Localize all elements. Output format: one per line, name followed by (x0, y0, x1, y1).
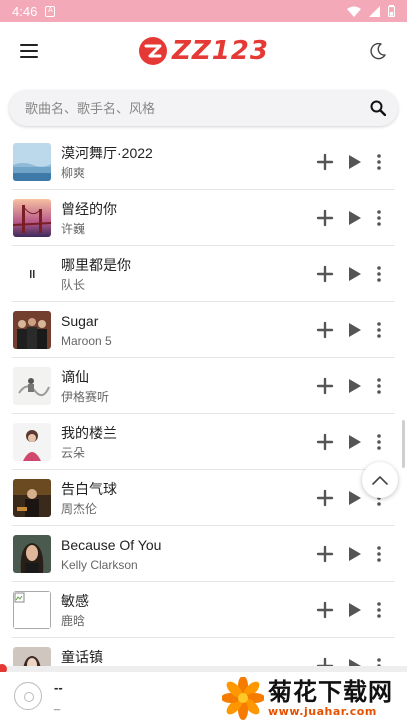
app-logo[interactable]: ZZ123 (138, 36, 269, 66)
song-row[interactable]: 哪里都是你 队长 (0, 246, 407, 302)
status-bar: 4:46 A (0, 0, 407, 22)
more-vert-icon[interactable] (374, 601, 384, 619)
wifi-icon (347, 6, 361, 17)
song-artist: Maroon 5 (61, 334, 112, 348)
song-artist: 柳爽 (61, 166, 86, 180)
song-title: 敏感 (61, 593, 89, 609)
more-vert-icon[interactable] (374, 265, 384, 283)
album-cover[interactable] (13, 535, 51, 573)
song-title: Because Of You (61, 537, 162, 553)
album-cover[interactable] (13, 255, 51, 293)
now-playing-title: -- (54, 680, 63, 695)
play-icon[interactable] (348, 658, 362, 666)
song-row[interactable]: 敏感 鹿晗 (0, 582, 407, 638)
album-cover[interactable] (13, 367, 51, 405)
play-icon[interactable] (348, 210, 362, 226)
add-icon[interactable] (316, 377, 334, 395)
scroll-to-top-button[interactable] (362, 462, 398, 498)
search-icon[interactable] (370, 100, 386, 116)
add-icon[interactable] (316, 265, 334, 283)
play-icon[interactable] (348, 546, 362, 562)
album-cover[interactable] (13, 479, 51, 517)
add-icon[interactable] (316, 657, 334, 666)
flower-logo-icon (222, 676, 264, 720)
song-row[interactable]: 谪仙 伊格赛听 (0, 358, 407, 414)
more-vert-icon[interactable] (374, 545, 384, 563)
now-playing-artist: _ (54, 699, 61, 711)
album-cover[interactable] (13, 143, 51, 181)
album-cover[interactable] (13, 647, 51, 666)
song-row[interactable]: 漠河舞厅·2022 柳爽 (0, 135, 407, 190)
song-title: 漠河舞厅·2022 (61, 145, 153, 161)
play-icon[interactable] (348, 602, 362, 618)
watermark-title: 菊花下载网 (268, 678, 393, 706)
search-input[interactable] (23, 99, 370, 117)
disc-icon (14, 682, 42, 710)
song-row[interactable]: Because Of You Kelly Clarkson (0, 526, 407, 582)
play-icon[interactable] (348, 266, 362, 282)
song-title: 谪仙 (61, 369, 89, 385)
watermark-url: www.juahar.com (268, 705, 377, 718)
search-bar (9, 90, 398, 126)
add-icon[interactable] (316, 601, 334, 619)
logo-text: ZZ123 (172, 36, 269, 66)
song-artist: 鹿晗 (61, 614, 86, 628)
notification-icon: A (45, 5, 56, 17)
song-row[interactable]: 我的楼兰 云朵 (0, 414, 407, 470)
song-artist: 队长 (61, 278, 86, 292)
add-icon[interactable] (316, 321, 334, 339)
play-icon[interactable] (348, 378, 362, 394)
song-title: 哪里都是你 (61, 257, 131, 273)
play-icon[interactable] (348, 322, 362, 338)
add-icon[interactable] (316, 433, 334, 451)
logo-mark-icon (139, 37, 167, 65)
song-row[interactable]: 曾经的你 许巍 (0, 190, 407, 246)
add-icon[interactable] (316, 545, 334, 563)
list-scrollbar[interactable] (402, 420, 405, 468)
song-list: 漠河舞厅·2022 柳爽曾经的你许巍哪里都是你队长 Sugar Maroon 5 谪仙伊… (0, 135, 407, 666)
more-vert-icon[interactable] (374, 657, 384, 666)
play-icon[interactable] (348, 434, 362, 450)
album-cover[interactable] (13, 199, 51, 237)
album-cover[interactable] (13, 311, 51, 349)
add-icon[interactable] (316, 489, 334, 507)
play-icon[interactable] (348, 490, 362, 506)
more-vert-icon[interactable] (374, 209, 384, 227)
song-row[interactable]: 告白气球 周杰伦 (0, 470, 407, 526)
menu-icon[interactable] (20, 44, 38, 58)
more-vert-icon[interactable] (374, 321, 384, 339)
play-icon[interactable] (348, 154, 362, 170)
song-title: 我的楼兰 (61, 425, 117, 441)
song-artist: 周杰伦 (61, 502, 98, 516)
song-row[interactable]: 童话镇 (0, 638, 407, 666)
song-row[interactable]: Sugar Maroon 5 (0, 302, 407, 358)
app-header: ZZ123 (0, 22, 407, 80)
song-title: 童话镇 (61, 649, 103, 665)
song-artist: Kelly Clarkson (61, 558, 138, 572)
add-icon[interactable] (316, 209, 334, 227)
song-title: 告白气球 (61, 481, 117, 497)
more-vert-icon[interactable] (374, 433, 384, 451)
song-artist: 云朵 (61, 446, 86, 460)
battery-icon (388, 5, 395, 17)
more-vert-icon[interactable] (374, 153, 384, 171)
site-watermark: 菊花下载网 www.juahar.com (222, 674, 407, 723)
signal-icon (369, 5, 380, 17)
add-icon[interactable] (316, 153, 334, 171)
chevron-up-icon (372, 476, 388, 485)
album-cover[interactable] (13, 591, 51, 629)
song-title: Sugar (61, 313, 99, 329)
album-cover[interactable] (13, 423, 51, 461)
status-time: 4:46 (12, 3, 38, 19)
song-artist: 许巍 (61, 222, 86, 236)
song-title: 曾经的你 (61, 201, 117, 217)
dark-mode-icon[interactable] (369, 42, 387, 60)
more-vert-icon[interactable] (374, 377, 384, 395)
song-artist: 伊格赛听 (61, 390, 110, 404)
